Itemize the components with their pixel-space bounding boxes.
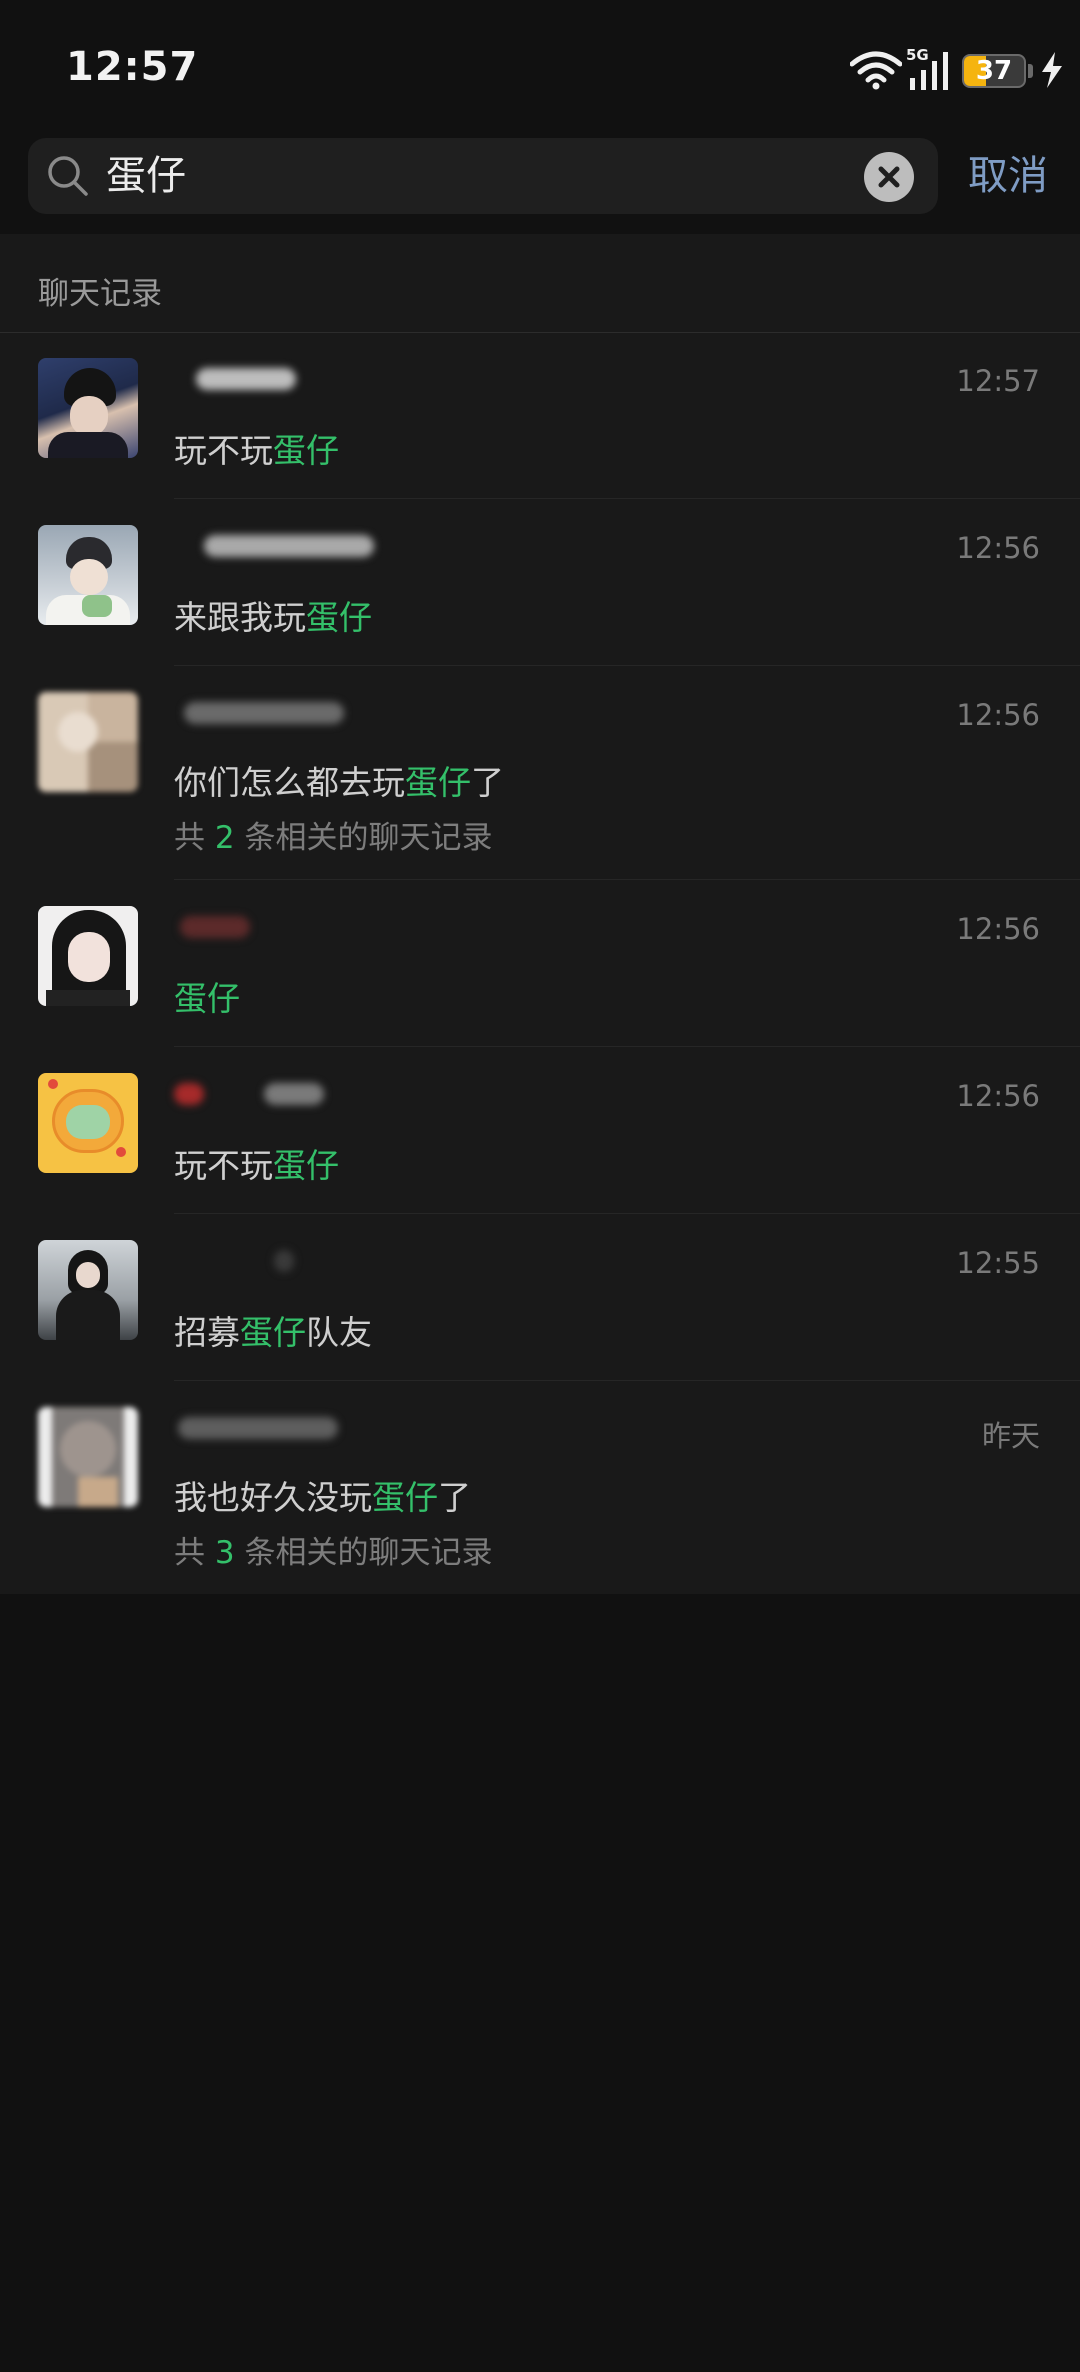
- keyword-highlight: 蛋仔: [174, 979, 240, 1018]
- result-time: 12:56: [956, 531, 1040, 565]
- result-time: 12:56: [956, 698, 1040, 732]
- network-label: 5G: [906, 46, 929, 64]
- keyword-highlight: 蛋仔: [405, 763, 471, 802]
- message-snippet: 玩不玩蛋仔: [174, 1146, 339, 1185]
- result-time: 昨天: [981, 1419, 1040, 1453]
- status-bar: 12:57 5G 37: [0, 0, 1080, 130]
- result-item[interactable]: 12:56 你们怎么都去玩蛋仔了 共 2 条相关的聊天记录: [0, 666, 1080, 880]
- result-item[interactable]: 12:57 玩不玩蛋仔: [0, 332, 1080, 499]
- cancel-button[interactable]: 取消: [968, 146, 1048, 206]
- battery-level: 37: [975, 56, 1013, 86]
- keyword-highlight: 蛋仔: [306, 598, 372, 637]
- sender-name-blurred: [174, 1407, 414, 1447]
- avatar: [38, 906, 138, 1006]
- search-bar: [28, 138, 938, 214]
- result-time: 12:55: [956, 1246, 1040, 1280]
- sender-name-blurred: [174, 692, 414, 732]
- sender-name-blurred: [174, 1240, 414, 1280]
- avatar: [38, 1240, 138, 1340]
- keyword-highlight: 蛋仔: [372, 1478, 438, 1517]
- sender-name-blurred: [174, 1073, 414, 1113]
- related-records-count[interactable]: 共 2 条相关的聊天记录: [174, 812, 492, 857]
- signal-icon: 5G: [906, 46, 948, 90]
- sender-name-blurred: [174, 358, 414, 398]
- search-icon: [48, 156, 88, 196]
- message-snippet: 玩不玩蛋仔: [174, 431, 339, 470]
- related-records-count[interactable]: 共 3 条相关的聊天记录: [174, 1527, 492, 1572]
- result-time: 12:56: [956, 1079, 1040, 1113]
- clear-icon: [878, 166, 900, 188]
- status-icons: 5G 37: [740, 46, 1080, 92]
- wifi-icon: [850, 51, 902, 90]
- result-item[interactable]: 12:56 玩不玩蛋仔: [0, 1047, 1080, 1214]
- message-snippet: 我也好久没玩蛋仔了: [174, 1478, 471, 1517]
- avatar: [38, 1407, 138, 1507]
- avatar: [38, 692, 138, 792]
- message-snippet: 蛋仔: [174, 972, 240, 1020]
- sender-name-blurred: [174, 906, 414, 946]
- keyword-highlight: 蛋仔: [273, 1146, 339, 1185]
- message-snippet: 你们怎么都去玩蛋仔了: [174, 763, 504, 802]
- result-item[interactable]: 12:55 招募蛋仔队友: [0, 1214, 1080, 1381]
- avatar: [38, 1073, 138, 1173]
- status-time: 12:57: [66, 44, 199, 90]
- message-snippet: 来跟我玩蛋仔: [174, 598, 372, 637]
- clear-button[interactable]: [864, 152, 914, 202]
- result-item[interactable]: 昨天 我也好久没玩蛋仔了 共 3 条相关的聊天记录: [0, 1381, 1080, 1594]
- result-item[interactable]: 12:56 来跟我玩蛋仔: [0, 499, 1080, 666]
- result-item[interactable]: 12:56 蛋仔: [0, 880, 1080, 1047]
- charging-icon: [1042, 52, 1062, 88]
- search-results: 聊天记录 12:57 玩不玩蛋仔 12:56 来跟我玩蛋仔 12:56 你们怎么…: [0, 234, 1080, 1594]
- keyword-highlight: 蛋仔: [273, 431, 339, 470]
- message-snippet: 招募蛋仔队友: [174, 1313, 372, 1352]
- battery-tip: [1028, 64, 1033, 78]
- keyword-highlight: 蛋仔: [240, 1313, 306, 1352]
- battery-icon: 37: [962, 54, 1026, 88]
- sender-name-blurred: [174, 525, 414, 565]
- search-input[interactable]: [106, 138, 866, 214]
- result-time: 12:57: [956, 364, 1040, 398]
- avatar: [38, 525, 138, 625]
- avatar: [38, 358, 138, 458]
- section-header-chat-history: 聊天记录: [38, 276, 162, 312]
- result-time: 12:56: [956, 912, 1040, 946]
